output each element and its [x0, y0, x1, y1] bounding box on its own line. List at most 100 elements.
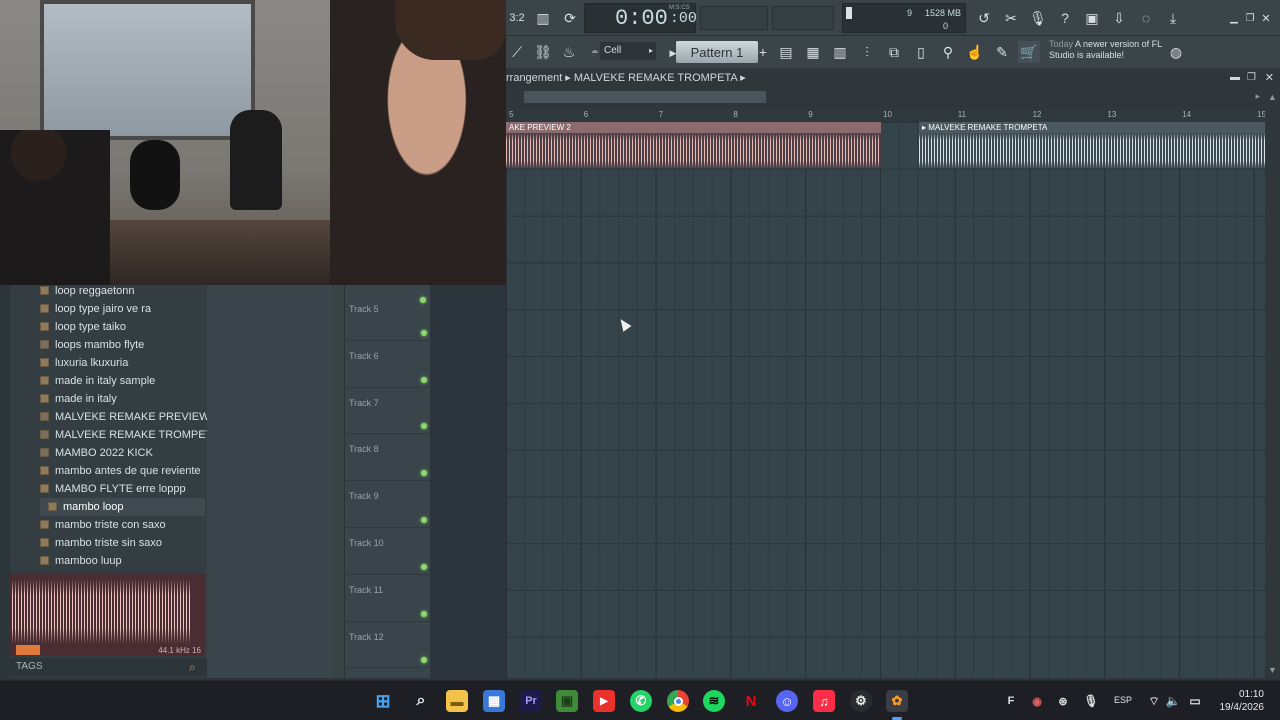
cut-icon[interactable]: ✂: [1000, 7, 1022, 29]
track-header[interactable]: Track 10: [345, 528, 431, 575]
browser-item[interactable]: mambo triste con saxo: [40, 516, 205, 534]
vertical-scrollbar[interactable]: ▲ ▼: [1265, 88, 1280, 678]
youtube-icon[interactable]: ▶: [593, 690, 615, 712]
tray-clock[interactable]: 01:10 19/4/2026: [1212, 688, 1265, 714]
tray-microphone-icon[interactable]: 🎙: [1080, 690, 1102, 712]
track-mute-led[interactable]: [421, 563, 427, 570]
track-mute-led[interactable]: [421, 470, 427, 477]
snap-select[interactable]: Cell ▸: [600, 42, 656, 60]
playlist-grid[interactable]: AKE PREVIEW 2 ▸ MALVEKE REMAKE TROMPETA: [506, 122, 1265, 678]
browser-item[interactable]: MAMBO FLYTE erre loppp: [40, 480, 205, 498]
track-header[interactable]: Track 5: [345, 294, 431, 341]
pattern-selector[interactable]: Pattern 1: [676, 41, 758, 63]
browser-item[interactable]: loop type jairo ve ra: [40, 300, 205, 318]
audio-clip-trompeta[interactable]: ▸ MALVEKE REMAKE TROMPETA: [919, 122, 1265, 168]
save-icon[interactable]: ▣: [1081, 7, 1103, 29]
loop-record-icon[interactable]: ⟳: [559, 7, 581, 29]
cart-icon[interactable]: 🛒: [1018, 41, 1040, 63]
tray-record-icon[interactable]: ◉: [1026, 690, 1048, 712]
store-icon[interactable]: ▦: [483, 690, 505, 712]
tray-steam-icon[interactable]: ⊛: [1052, 690, 1074, 712]
mixer-view-icon[interactable]: ⫶: [856, 41, 878, 63]
window-close-icon[interactable]: ✕: [1265, 68, 1274, 88]
add-pattern-icon[interactable]: +: [752, 41, 774, 63]
track-mute-led[interactable]: [421, 376, 427, 383]
track-mute-led[interactable]: [421, 657, 427, 664]
track-mute-led[interactable]: [421, 423, 427, 430]
track-mute-led[interactable]: [421, 516, 427, 523]
plug-icon[interactable]: ⚲: [937, 41, 959, 63]
audio-clip-preview[interactable]: AKE PREVIEW 2: [506, 122, 881, 168]
close-icon[interactable]: ✕: [1255, 7, 1277, 29]
render-icon[interactable]: ⇩: [1108, 7, 1130, 29]
download-icon[interactable]: ⤓: [1162, 7, 1184, 29]
browser-item[interactable]: MALVEKE REMAKE TROMPETA: [40, 426, 219, 444]
chat-icon[interactable]: ◌: [1135, 7, 1157, 29]
search-icon[interactable]: ⌕: [189, 660, 203, 674]
windows-start-icon[interactable]: ⊞: [372, 690, 394, 712]
globe-icon[interactable]: ◍: [1165, 41, 1187, 63]
browser-item[interactable]: mamboo luup: [40, 552, 205, 570]
track-header[interactable]: Track 7: [345, 388, 431, 435]
update-notice[interactable]: Today A newer version of FL Studio is av…: [1049, 39, 1169, 61]
tags-bar[interactable]: TAGS ⌕: [10, 658, 207, 676]
browser-item[interactable]: mambo loop: [40, 498, 205, 516]
playlist-icon[interactable]: ▤: [775, 41, 797, 63]
touch-icon[interactable]: ☝: [964, 41, 986, 63]
music-icon[interactable]: ♫: [813, 690, 835, 712]
browser-item[interactable]: mambo antes de que reviente: [40, 462, 205, 480]
help-icon[interactable]: ?: [1054, 7, 1076, 29]
track-mute-led[interactable]: [421, 329, 427, 336]
track-header[interactable]: Track 8: [345, 434, 431, 482]
whatsapp-icon[interactable]: ✆: [630, 690, 652, 712]
wrench-icon[interactable]: ✎: [991, 41, 1013, 63]
metronome-icon[interactable]: 3:2: [506, 7, 528, 29]
minecraft-icon[interactable]: ▣: [556, 690, 578, 712]
file-explorer-icon[interactable]: ▬: [446, 690, 468, 712]
browser-icon[interactable]: ▯: [910, 41, 932, 63]
browser-item[interactable]: mambo triste sin saxo: [40, 534, 205, 552]
battery-icon[interactable]: ▭: [1184, 690, 1206, 712]
track-header[interactable]: Track 6: [345, 341, 431, 388]
browser-item[interactable]: luxuria lkuxuria: [40, 354, 205, 372]
plugin-picker-icon[interactable]: ⧉: [883, 41, 905, 63]
browser-item[interactable]: loops mambo flyte: [40, 336, 205, 354]
timeline-ruler[interactable]: 5 6 7 8 9 10 11 12 13 14 15: [506, 108, 1266, 122]
search-taskbar-icon[interactable]: ⌕: [410, 690, 432, 712]
spotify-icon[interactable]: ≋: [703, 690, 725, 712]
scroll-up-icon[interactable]: ▲: [1267, 92, 1278, 103]
channel-rack-icon[interactable]: ▥: [829, 41, 851, 63]
window-maximize-icon[interactable]: ❐: [1247, 68, 1256, 88]
window-minimize-icon[interactable]: ▬: [1230, 68, 1240, 88]
browser-item[interactable]: MAMBO 2022 KICK: [40, 444, 205, 462]
link-icon[interactable]: ⛓: [532, 41, 554, 63]
browser-item[interactable]: loop type taiko: [40, 318, 205, 336]
master-volume-slider[interactable]: [700, 6, 768, 30]
chrome-icon[interactable]: [667, 690, 689, 712]
scroll-down-icon[interactable]: ▼: [1267, 665, 1278, 676]
stamp-icon[interactable]: ♨: [558, 41, 580, 63]
browser-item[interactable]: MALVEKE REMAKE PREVIEW 2: [40, 408, 219, 426]
piano-roll-icon[interactable]: ▦: [802, 41, 824, 63]
volume-icon[interactable]: 🔈: [1162, 690, 1184, 712]
track-mute-led[interactable]: [421, 610, 427, 617]
settings-icon[interactable]: ⚙: [850, 690, 872, 712]
track-header[interactable]: Track 12: [345, 622, 431, 669]
horizontal-scrollbar[interactable]: ▸: [506, 88, 1280, 108]
netflix-icon[interactable]: N: [740, 690, 762, 712]
waveform-preview[interactable]: 44.1 kHz 16: [10, 573, 205, 656]
brush-icon[interactable]: ⟋: [506, 41, 528, 63]
scrollbar-thumb[interactable]: [524, 91, 766, 103]
browser-item[interactable]: made in italy: [40, 390, 205, 408]
browser-item[interactable]: made in italy sample: [40, 372, 205, 390]
panel-divider[interactable]: [332, 285, 344, 678]
undo-icon[interactable]: ↺: [973, 7, 995, 29]
discord-icon[interactable]: ☺: [776, 690, 798, 712]
mixer-icon[interactable]: ▥: [532, 7, 554, 29]
track-mute-led[interactable]: [420, 297, 426, 303]
fl-studio-icon[interactable]: ✿: [886, 690, 908, 712]
track-header[interactable]: Track 9: [345, 481, 431, 528]
tray-app-icon[interactable]: F: [1000, 690, 1022, 712]
microphone-icon[interactable]: 🎙: [1027, 7, 1049, 29]
tray-language[interactable]: ESP: [1114, 695, 1132, 705]
